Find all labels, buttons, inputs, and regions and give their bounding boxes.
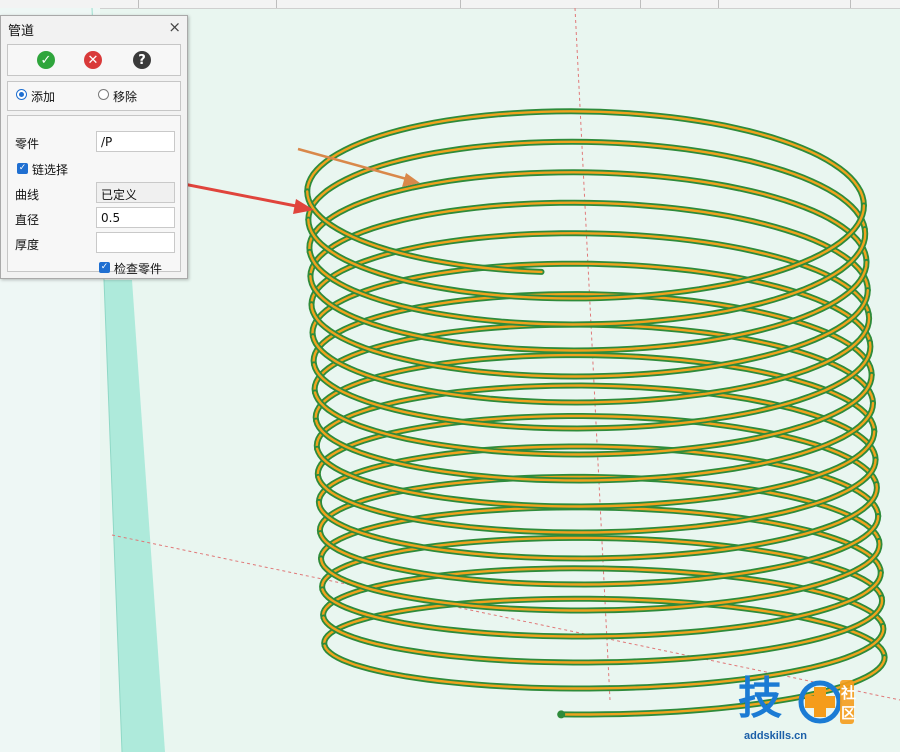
part-label: 零件	[15, 137, 40, 151]
close-button[interactable]: ×	[168, 18, 181, 36]
helix-tube-highlight	[307, 140, 866, 231]
logo-char-she: 社	[841, 684, 857, 702]
diameter-field[interactable]: 0.5	[96, 207, 175, 228]
helix-pipe[interactable]	[304, 108, 888, 719]
remove-radio[interactable]	[98, 89, 109, 100]
mode-group: 添加 移除	[7, 81, 181, 111]
cancel-button[interactable]: ✕	[84, 51, 102, 69]
helix-tube-highlight	[313, 323, 875, 405]
question-icon: ?	[138, 52, 146, 68]
properties-group: 零件 /P ✓ 链选择 曲线 已定义 直径 0.5 厚度 ✓ 检查零件	[7, 115, 181, 276]
action-bar: ✓ ✕ ?	[7, 44, 181, 76]
dialog-title: 管道	[8, 24, 35, 39]
close-icon: ✕	[87, 52, 99, 68]
chain-select-label: 链选择	[32, 163, 69, 177]
add-radio[interactable]	[16, 89, 27, 100]
logo-char-qu: 区	[841, 704, 857, 722]
logo-char: 技	[738, 673, 782, 724]
pipe-dialog: 管道 × ✓ ✕ ? 添加 移除 零件 /P ✓ 链选择 曲线 已定义 直径 0…	[0, 15, 188, 279]
helix-tube-outline[interactable]	[311, 321, 876, 407]
diameter-label: 直径	[15, 213, 40, 227]
curve-label: 曲线	[15, 188, 40, 202]
chain-select-checkbox[interactable]: ✓	[17, 163, 28, 174]
check-icon: ✓	[40, 52, 52, 68]
part-field[interactable]: /P	[96, 131, 175, 152]
confirm-button[interactable]: ✓	[37, 51, 55, 69]
helix-tube-outline[interactable]	[312, 352, 878, 435]
curve-field[interactable]: 已定义	[96, 182, 175, 203]
watermark-logo: 技 社 区 addskills.cn	[738, 676, 878, 746]
remove-label: 移除	[113, 90, 138, 104]
thickness-field[interactable]	[96, 232, 175, 253]
thickness-label: 厚度	[15, 238, 40, 252]
helix-tube-outline[interactable]	[305, 138, 868, 233]
logo-url: addskills.cn	[744, 730, 807, 742]
help-button[interactable]: ?	[133, 51, 151, 69]
add-label: 添加	[31, 90, 56, 104]
check-part-label: 检查零件	[114, 262, 163, 276]
helix-end-cap	[557, 710, 566, 719]
helix-tube-highlight	[314, 353, 876, 433]
check-part-checkbox[interactable]: ✓	[99, 262, 110, 273]
